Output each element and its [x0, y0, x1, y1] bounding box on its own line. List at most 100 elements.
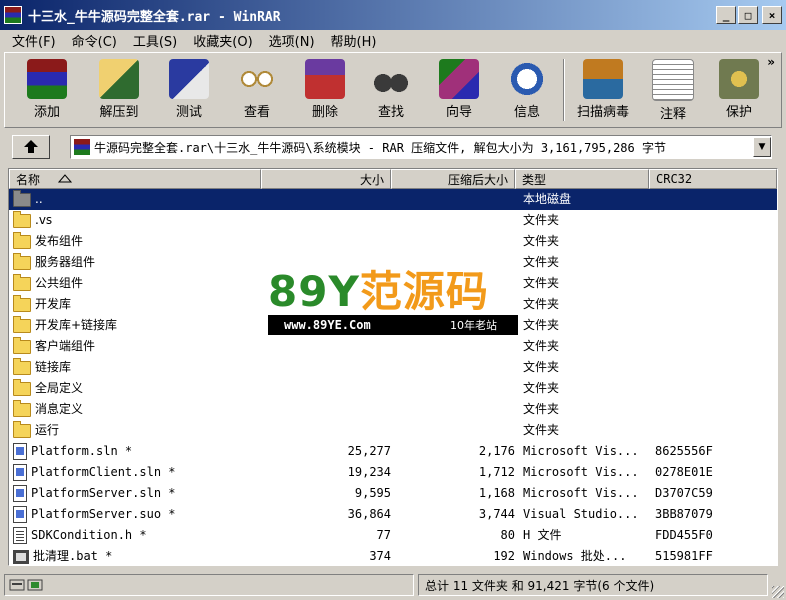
file-row[interactable]: SDKCondition.h * 77 80 H 文件 FDD455F0: [9, 525, 777, 546]
delete-icon: [305, 59, 345, 99]
file-crc: 0278E01E: [655, 465, 713, 479]
status-bar: 总计 11 文件夹 和 91,421 字节(6 个文件): [0, 570, 786, 600]
file-row[interactable]: Platform.sln * 25,277 2,176 Microsoft Vis..…: [9, 441, 777, 462]
file-name: 发布组件: [35, 234, 84, 248]
folder-icon: [13, 399, 31, 417]
path-dropdown-button[interactable]: ▼: [753, 137, 771, 157]
file-row[interactable]: .. 本地磁盘: [9, 189, 777, 210]
file-size: [269, 336, 391, 357]
file-crc: [655, 252, 775, 273]
resize-grip[interactable]: [772, 586, 784, 598]
test-button[interactable]: 测试: [157, 55, 221, 125]
file-type: 文件夹: [523, 402, 560, 416]
path-combobox[interactable]: 牛源码完整全套.rar\十三水_牛牛源码\系统模块 - RAR 压缩文件, 解包…: [70, 135, 772, 159]
find-button[interactable]: 查找: [359, 55, 423, 125]
file-crc: [655, 231, 775, 252]
file-name-cell: 公共组件: [13, 273, 269, 294]
maximize-button[interactable]: □: [738, 6, 758, 24]
file-name-cell: 发布组件: [13, 231, 269, 252]
status-summary: 总计 11 文件夹 和 91,421 字节(6 个文件): [418, 574, 768, 596]
file-name-cell: 客户端组件: [13, 336, 269, 357]
file-packed-size: [391, 231, 515, 252]
folder-icon: [13, 294, 31, 312]
menu-bar: 文件(F) 命令(C) 工具(S) 收藏夹(O) 选项(N) 帮助(H): [0, 30, 786, 50]
file-row[interactable]: 链接库 文件夹: [9, 357, 777, 378]
column-name-label: 名称: [16, 172, 41, 187]
file-name-cell: 全局定义: [13, 378, 269, 399]
view-button[interactable]: 查看: [225, 55, 289, 125]
menu-help[interactable]: 帮助(H): [323, 31, 385, 50]
file-crc: [655, 189, 775, 210]
info-button[interactable]: 信息: [495, 55, 559, 125]
file-type: Windows 批处...: [523, 549, 627, 563]
file-name: 消息定义: [35, 402, 84, 416]
menu-commands[interactable]: 命令(C): [64, 31, 125, 50]
watermark-title: 89Y范源码: [268, 269, 489, 315]
file-type: Microsoft Vis...: [523, 444, 639, 458]
toolbar-more-chevron[interactable]: »: [767, 55, 775, 69]
column-header-crc[interactable]: CRC32: [649, 169, 777, 189]
file-list[interactable]: 名称 大小 压缩后大小 类型 CRC32 .. 本地磁盘 .vs 文件夹 发布组件 文件夹…: [8, 168, 778, 566]
sln-file-icon: [13, 443, 27, 460]
comment-label: 注释: [659, 107, 686, 122]
file-row[interactable]: 批清理.bat * 374 192 Windows 批处... 515981FF: [9, 546, 777, 565]
delete-button[interactable]: 删除: [293, 55, 357, 125]
title-bar[interactable]: 十三水_牛牛源码完整全套.rar - WinRAR _ □ ×: [0, 0, 786, 30]
file-type: 文件夹: [523, 234, 560, 248]
folder-icon: [13, 210, 31, 228]
menu-file[interactable]: 文件(F): [4, 31, 64, 50]
add-button[interactable]: 添加: [15, 55, 79, 125]
watermark-tag: 10年老站: [450, 319, 497, 332]
file-size: [269, 357, 391, 378]
file-row[interactable]: 运行 文件夹: [9, 420, 777, 441]
minimize-button[interactable]: _: [716, 6, 736, 24]
file-size: [269, 399, 391, 420]
protect-button[interactable]: 保护: [707, 55, 771, 125]
sln-file-icon: [13, 485, 27, 502]
file-type: 文件夹: [523, 381, 560, 395]
file-type: 文件夹: [523, 297, 560, 311]
add-archive-icon: [27, 59, 67, 99]
file-row[interactable]: 发布组件 文件夹: [9, 231, 777, 252]
file-type: 文件夹: [523, 423, 560, 437]
column-header-type[interactable]: 类型: [515, 169, 649, 189]
file-row[interactable]: PlatformClient.sln * 19,234 1,712 Microsoft…: [9, 462, 777, 483]
winrar-app-icon[interactable]: [4, 6, 22, 24]
column-header-name[interactable]: 名称: [9, 169, 261, 189]
file-row[interactable]: 客户端组件 文件夹: [9, 336, 777, 357]
file-row[interactable]: PlatformServer.sln * 9,595 1,168 Microsoft …: [9, 483, 777, 504]
file-row[interactable]: .vs 文件夹: [9, 210, 777, 231]
file-size: [269, 210, 391, 231]
file-row[interactable]: 全局定义 文件夹: [9, 378, 777, 399]
drive-status-icon[interactable]: [9, 578, 45, 592]
info-icon: [507, 59, 547, 99]
extract-to-icon: [99, 59, 139, 99]
up-one-level-button[interactable]: [12, 135, 50, 159]
file-type: 文件夹: [523, 255, 560, 269]
file-name: 开发库: [35, 297, 72, 311]
comment-button[interactable]: 注释: [641, 55, 705, 125]
file-name: Platform.sln *: [31, 444, 133, 458]
file-name: SDKCondition.h *: [31, 528, 147, 542]
find-label: 查找: [377, 105, 404, 120]
file-packed-size: 2,176: [478, 444, 515, 458]
suo-file-icon: [13, 506, 27, 523]
file-crc: 515981FF: [655, 549, 713, 563]
close-button[interactable]: ×: [762, 6, 782, 24]
menu-favorites[interactable]: 收藏夹(O): [185, 31, 260, 50]
column-header-size[interactable]: 大小: [261, 169, 391, 189]
menu-tools[interactable]: 工具(S): [125, 31, 185, 50]
menu-options[interactable]: 选项(N): [261, 31, 323, 50]
virus-scan-button[interactable]: 扫描病毒: [571, 55, 635, 125]
column-packed-label: 压缩后大小: [447, 172, 508, 187]
file-size: [269, 231, 391, 252]
file-name: 批清理.bat *: [33, 549, 113, 563]
column-type-label: 类型: [522, 172, 547, 187]
wizard-button[interactable]: 向导: [427, 55, 491, 125]
file-row[interactable]: 消息定义 文件夹: [9, 399, 777, 420]
column-header-packed[interactable]: 压缩后大小: [391, 169, 515, 189]
extract-to-button[interactable]: 解压到: [87, 55, 151, 125]
folder-icon: [13, 315, 31, 333]
watermark-logo: 89Y范源码 www.89YE.Com 10年老站: [268, 269, 518, 337]
file-row[interactable]: PlatformServer.suo * 36,864 3,744 Visual St…: [9, 504, 777, 525]
